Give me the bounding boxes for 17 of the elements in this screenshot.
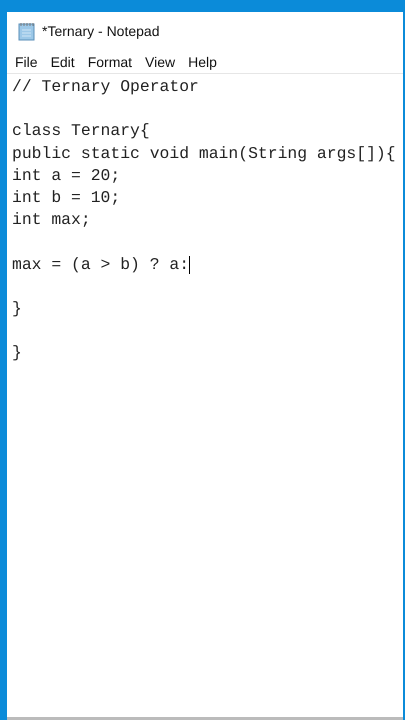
menu-item[interactable]: Edit [50,54,75,70]
code-line: // Ternary Operator [12,76,199,98]
menu-item[interactable]: View [145,54,176,70]
menu-item[interactable]: Format [88,54,132,70]
code-line: class Ternary{ [12,120,150,142]
code-line: public static void main(String args[]){ [12,142,396,165]
window-title: *Ternary - Notepad [42,23,160,39]
menu-item[interactable]: Help [188,54,217,70]
code-line: } [12,298,22,320]
notepad-icon [18,22,36,40]
code-line: max = (a > b) ? a: [12,254,190,276]
text-editor[interactable]: // Ternary Operator class Ternary{ public static void main(String args[]){ int a = 20; int b = 10; int max; max = (a > b) ? a: } } [7,74,403,717]
code-line: int b = 10; [12,186,120,209]
code-line: } [12,342,22,364]
menu-item[interactable]: File [15,54,38,70]
code-line: int a = 20; [12,164,120,187]
code-line: int max; [12,209,91,232]
